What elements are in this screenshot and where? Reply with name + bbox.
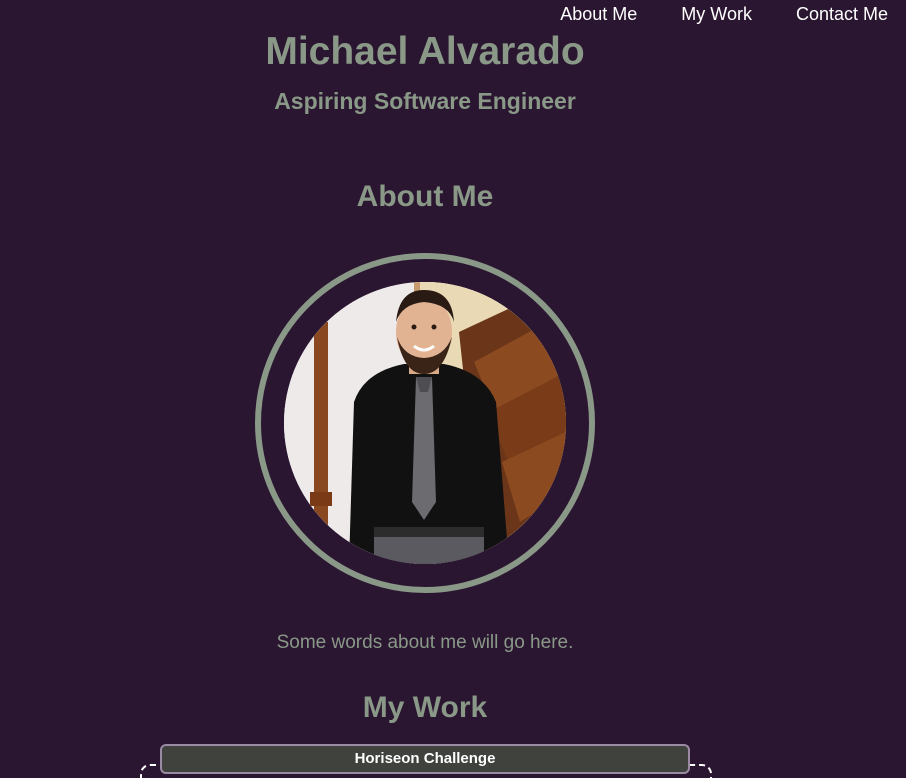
profile-photo — [284, 282, 566, 564]
profile-photo-illustration — [284, 282, 566, 564]
nav-link-contact-me[interactable]: Contact Me — [796, 4, 888, 24]
page-tagline: Aspiring Software Engineer — [274, 88, 576, 114]
nav-link-about-me[interactable]: About Me — [560, 4, 637, 24]
project-card-title[interactable]: Horiseon Challenge — [160, 744, 690, 774]
nav-link-my-work[interactable]: My Work — [681, 4, 752, 24]
portfolio-page: About Me My Work Contact Me Michael Alva… — [0, 0, 906, 778]
about-description: Some words about me will go here. — [276, 632, 574, 653]
page-title-name: Michael Alvarado — [265, 30, 585, 73]
about-section-title: About Me — [356, 180, 494, 213]
work-section-title: My Work — [362, 691, 488, 724]
top-nav: About Me My Work Contact Me — [516, 4, 888, 24]
